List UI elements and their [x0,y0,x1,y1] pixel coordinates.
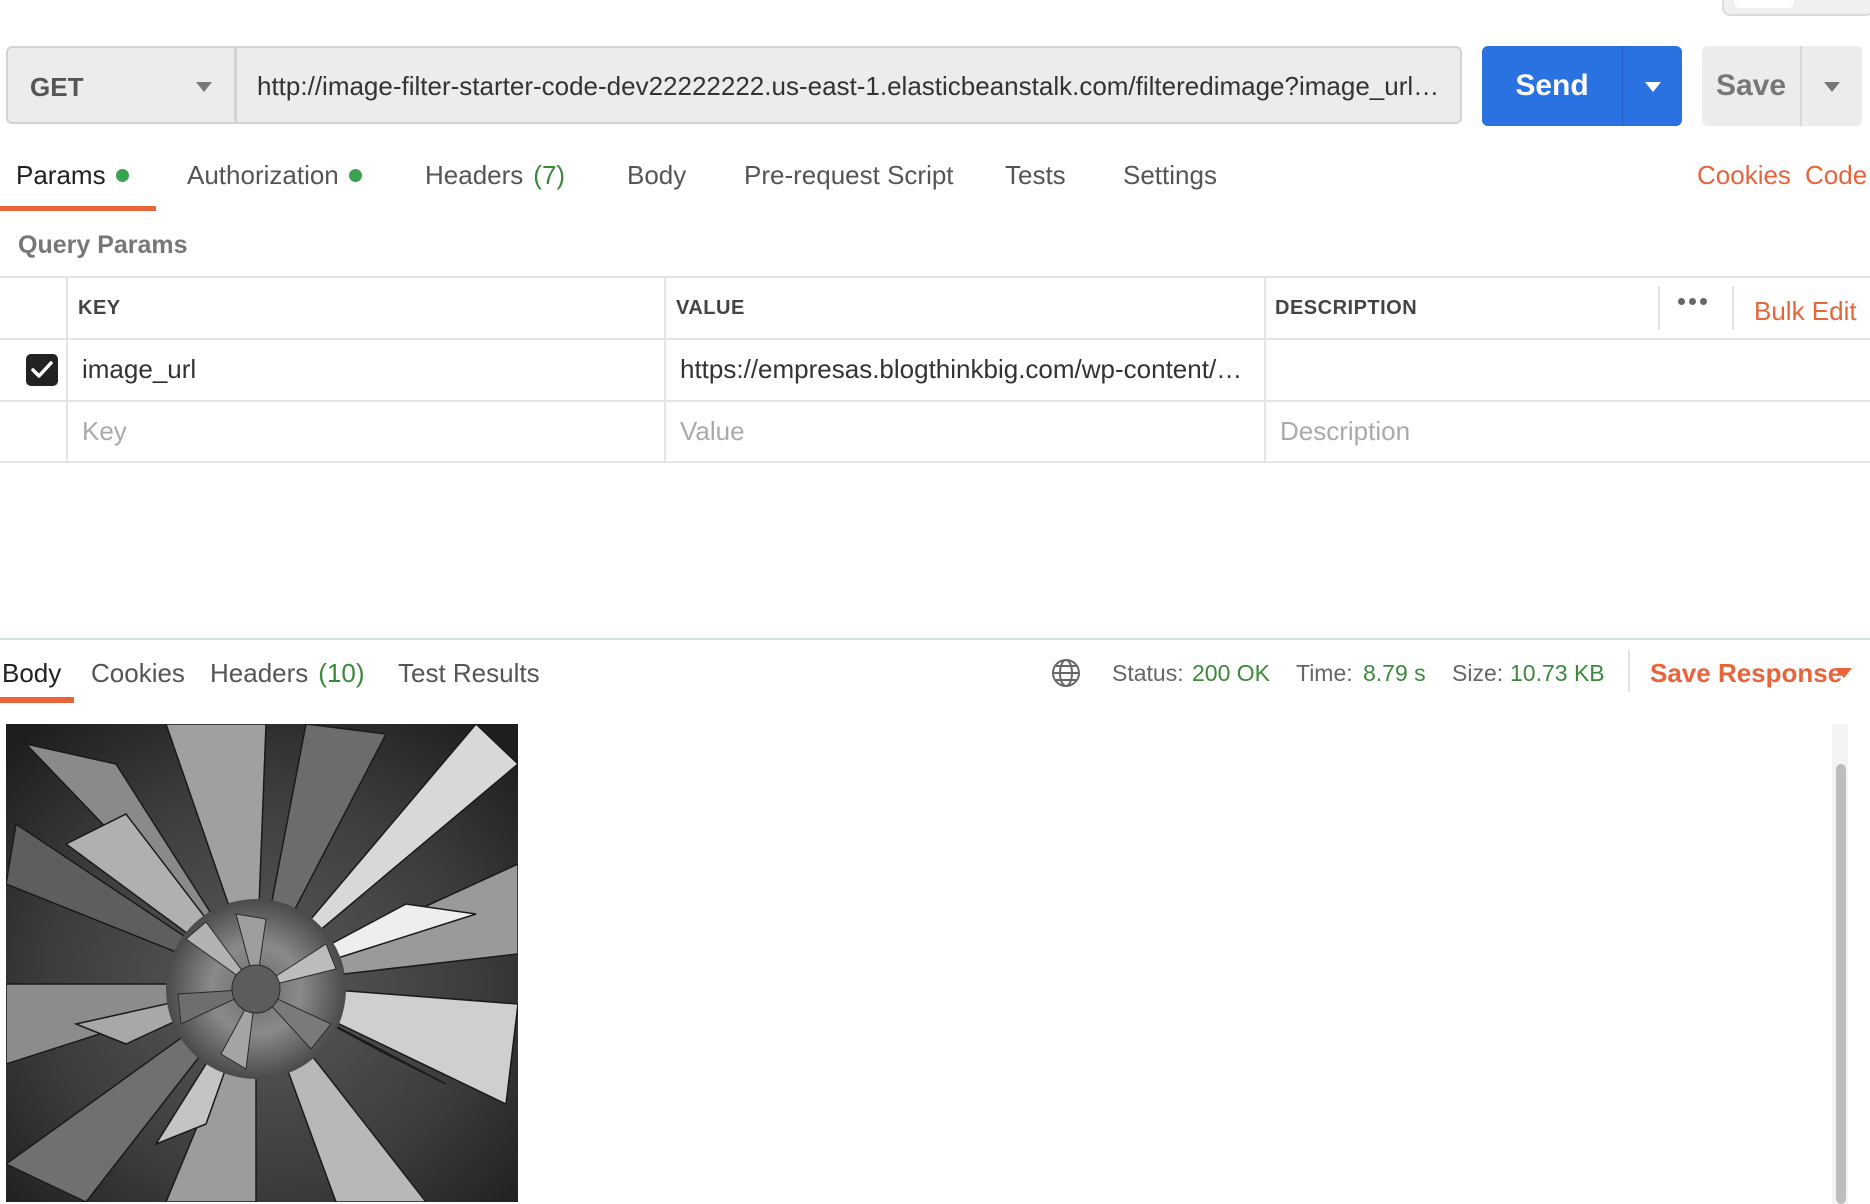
param-value-cell[interactable]: https://empresas.blogthinkbig.com/wp-con… [680,354,1255,385]
send-button[interactable]: Send [1482,46,1622,126]
tab-tests[interactable]: Tests [1005,160,1066,191]
tab-label: Headers [425,160,524,190]
active-tab-indicator [0,697,74,703]
response-tab-body[interactable]: Body [2,658,61,689]
active-dot-icon [115,168,129,182]
tab-settings[interactable]: Settings [1123,160,1217,191]
active-dot-icon [348,168,362,182]
table-border [0,338,1870,340]
save-options-button[interactable] [1800,46,1862,126]
table-border [66,276,68,462]
window-control-stub [1722,0,1870,16]
param-enabled-checkbox[interactable] [26,354,58,386]
tab-label: Params [16,160,106,190]
new-value-input[interactable]: Value [680,416,745,447]
chevron-down-icon [196,82,212,92]
tab-label: Authorization [187,160,339,190]
tab-params[interactable]: Params [16,160,129,191]
tab-count: (7) [533,160,566,190]
response-tab-cookies[interactable]: Cookies [91,658,185,689]
response-tab-test-results[interactable]: Test Results [398,658,540,689]
size-value: 10.73 KB [1510,660,1605,686]
url-input[interactable] [257,66,1447,106]
table-border [0,276,1870,278]
tab-count: (10) [318,658,365,688]
table-border [1732,286,1734,330]
table-border [664,276,666,462]
globe-icon[interactable] [1050,657,1082,689]
tab-authorization[interactable]: Authorization [187,160,362,191]
divider [1628,650,1630,692]
url-field[interactable] [236,46,1462,124]
status-value: 200 OK [1192,660,1270,686]
code-link[interactable]: Code [1805,160,1867,191]
tab-label: Headers [210,658,309,688]
new-description-input[interactable]: Description [1280,416,1410,447]
column-header-description: DESCRIPTION [1275,297,1418,319]
query-params-title: Query Params [18,231,188,259]
bulk-edit-link[interactable]: Bulk Edit [1754,296,1857,327]
check-icon [31,361,53,378]
table-border [1658,286,1660,330]
response-image [6,724,518,1202]
save-response-button[interactable]: Save Response [1650,658,1842,689]
scrollbar-thumb[interactable] [1836,764,1846,1204]
column-header-value: VALUE [676,297,745,319]
active-tab-indicator [0,206,156,211]
param-key-cell[interactable]: image_url [82,354,652,385]
more-horizontal-icon[interactable] [1678,292,1718,312]
tab-headers[interactable]: Headers (7) [425,160,565,191]
save-button[interactable]: Save [1702,46,1800,126]
send-options-button[interactable] [1622,46,1682,126]
chevron-down-icon[interactable] [1836,668,1852,678]
new-key-input[interactable]: Key [82,416,127,447]
time-label: Time: [1296,660,1353,686]
cookies-link[interactable]: Cookies [1697,160,1791,191]
tab-body[interactable]: Body [627,160,686,191]
table-border [1264,276,1266,462]
tab-pre-request-script[interactable]: Pre-request Script [744,160,954,191]
table-border [0,461,1870,463]
method-select[interactable]: GET [6,46,236,124]
response-tab-headers[interactable]: Headers (10) [210,658,365,689]
table-border [0,400,1870,402]
chevron-down-icon [1824,82,1840,92]
status-label: Status: [1112,660,1184,686]
filtered-flower-image [6,724,518,1202]
chevron-down-icon [1645,82,1661,92]
pane-resize-divider[interactable] [0,638,1870,640]
size-label: Size: [1452,660,1504,686]
time-value: 8.79 s [1363,660,1426,686]
column-header-key: KEY [78,297,121,319]
method-label: GET [30,72,84,102]
